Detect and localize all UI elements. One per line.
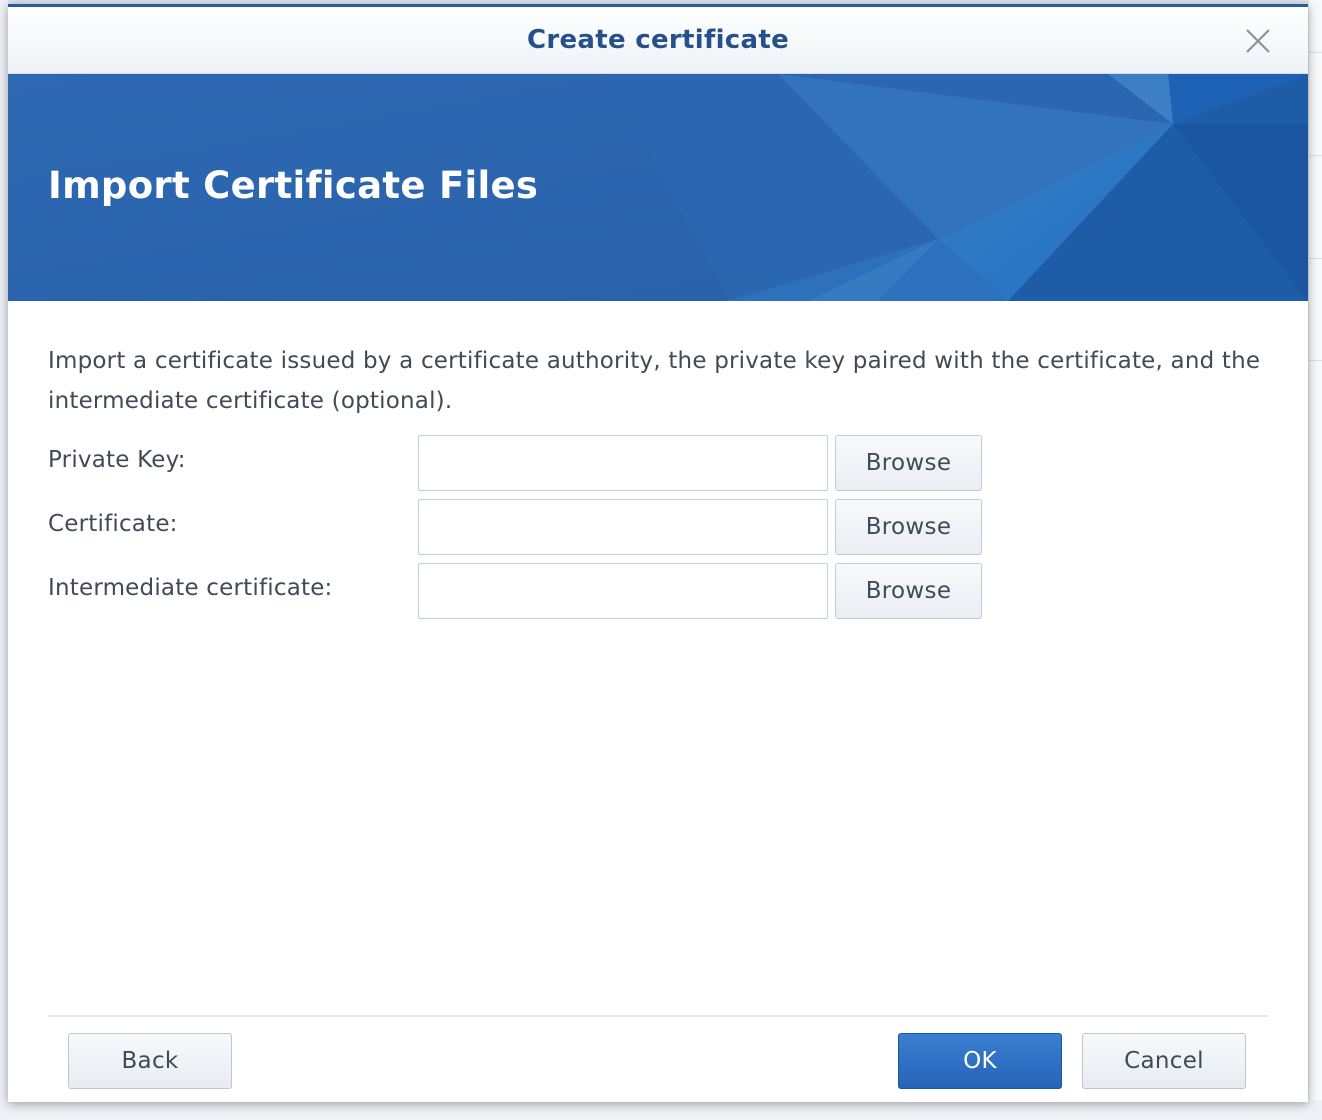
intermediate-certificate-browse-button[interactable]: Browse — [835, 563, 982, 619]
dialog-titlebar: Create certificate — [8, 7, 1308, 74]
instructions-text: Import a certificate issued by a certifi… — [48, 348, 1261, 414]
intermediate-certificate-field[interactable] — [418, 563, 828, 619]
private-key-browse-button[interactable]: Browse — [835, 435, 982, 491]
private-key-field[interactable] — [418, 435, 828, 491]
certificate-browse-button[interactable]: Browse — [835, 499, 982, 555]
create-certificate-dialog: Create certificate Import Certificate Fi… — [8, 4, 1308, 1102]
background-app-bottom — [0, 1100, 1322, 1120]
ok-button[interactable]: OK — [898, 1033, 1062, 1089]
dialog-content: Import a certificate issued by a certifi… — [48, 341, 1268, 619]
close-icon[interactable] — [1244, 27, 1272, 55]
background-app-left-edge — [0, 0, 8, 1120]
wizard-step-title: Import Certificate Files — [48, 164, 539, 207]
certificate-row: Certificate: Browse — [48, 499, 1268, 555]
footer-divider — [48, 1015, 1268, 1017]
back-button[interactable]: Back — [68, 1033, 232, 1089]
intermediate-certificate-row: Intermediate certificate: Browse — [48, 563, 1268, 619]
private-key-row: Private Key: Browse — [48, 435, 1268, 491]
certificate-label: Certificate: — [48, 511, 178, 537]
dialog-title: Create certificate — [526, 25, 790, 55]
background-app-right-panel — [1308, 0, 1322, 1120]
certificate-field[interactable] — [418, 499, 828, 555]
private-key-label: Private Key: — [48, 447, 186, 473]
cancel-button[interactable]: Cancel — [1082, 1033, 1246, 1089]
wizard-banner: Import Certificate Files — [8, 74, 1308, 301]
intermediate-certificate-label: Intermediate certificate: — [48, 575, 333, 601]
